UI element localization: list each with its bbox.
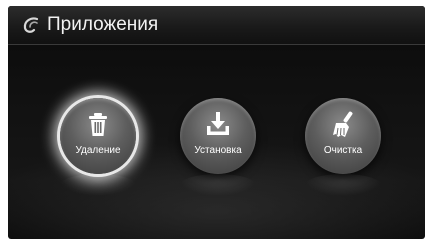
tile-reflection	[305, 174, 381, 196]
cleanup-label: Очистка	[323, 145, 363, 156]
install-button[interactable]: Установка	[180, 98, 256, 174]
app-screen: Приложения Удаление Установка Очистка	[8, 6, 425, 239]
trash-icon	[89, 113, 107, 136]
uninstall-button[interactable]: Удаление	[60, 98, 136, 174]
tile-reflection	[180, 174, 256, 196]
cleanup-button[interactable]: Очистка	[305, 98, 381, 174]
page-title: Приложения	[47, 14, 159, 35]
uninstall-label: Удаление	[75, 145, 121, 156]
broom-icon	[333, 111, 353, 137]
swirl-logo-icon	[23, 17, 39, 33]
tile-reflection	[60, 174, 136, 196]
install-label: Установка	[194, 145, 242, 156]
download-tray-icon	[207, 112, 229, 135]
title-bar: Приложения	[8, 6, 425, 45]
